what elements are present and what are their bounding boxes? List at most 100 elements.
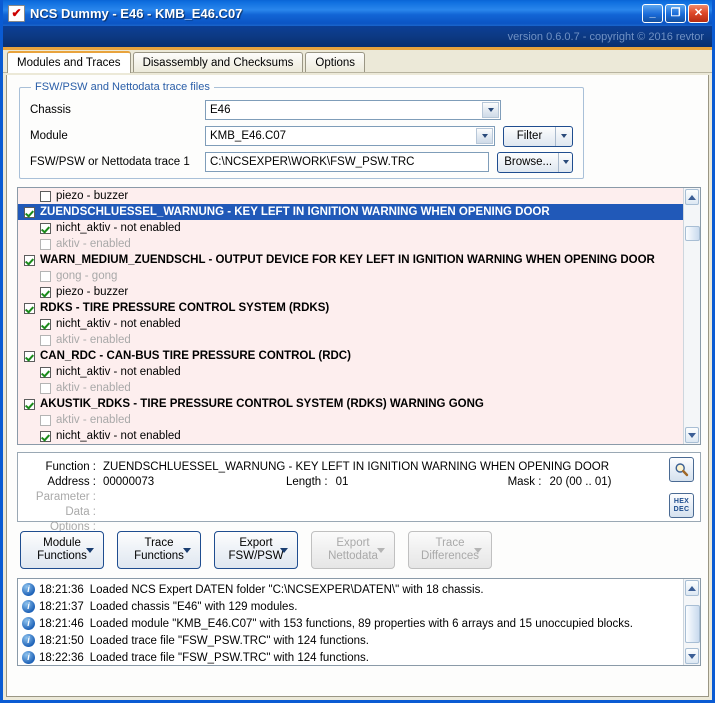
action-button-trace-functions[interactable]: Trace Functions	[117, 531, 201, 569]
checkbox[interactable]	[40, 366, 51, 378]
tab-label: Modules and Traces	[17, 57, 121, 69]
function-detail-panel: Function : ZUENDSCHLUESSEL_WARNUNG - KEY…	[17, 452, 701, 533]
filter-button[interactable]: Filter	[503, 125, 573, 147]
chassis-combo[interactable]: E46	[205, 100, 501, 120]
list-item[interactable]: CAN_RDC - CAN-BUS TIRE PRESSURE CONTROL …	[18, 348, 683, 364]
scrollbar-thumb[interactable]	[685, 605, 700, 643]
chevron-down-icon[interactable]	[482, 102, 499, 118]
tab-modules-and-traces[interactable]: Modules and Traces	[7, 51, 131, 73]
list-item[interactable]: AKUSTIK_RDKS - TIRE PRESSURE CONTROL SYS…	[18, 396, 683, 412]
list-item-label: piezo - buzzer	[56, 190, 129, 202]
browse-button[interactable]: Browse...	[497, 151, 573, 173]
list-item[interactable]: nicht_aktiv - not enabled	[18, 220, 683, 236]
log-entry: i 18:21:50 Loaded trace file "FSW_PSW.TRC"…	[18, 632, 683, 649]
module-combo[interactable]: KMB_E46.C07	[205, 126, 495, 146]
list-item[interactable]: piezo - buzzer	[18, 188, 683, 204]
list-item[interactable]: gong - gong	[18, 268, 683, 284]
dec-label: DEC	[673, 505, 690, 513]
action-button-label: Export Nettodata	[328, 537, 378, 562]
list-item-label: CAN_RDC - CAN-BUS TIRE PRESSURE CONTROL …	[40, 350, 351, 362]
list-item[interactable]: aktiv - enabled	[18, 412, 683, 428]
chassis-row: Chassis E46	[30, 98, 573, 122]
hex-dec-toggle-button[interactable]: HEX DEC	[669, 493, 694, 518]
checkbox[interactable]	[40, 222, 51, 234]
chevron-up-icon	[688, 585, 696, 591]
function-list[interactable]: piezo - buzzer ZUENDSCHLUESSEL_WARNUNG - …	[17, 187, 701, 445]
function-list-scrollbar[interactable]	[683, 188, 700, 444]
list-item[interactable]: aktiv - enabled	[18, 380, 683, 396]
checkbox[interactable]	[40, 334, 51, 346]
title-bar: ✔ NCS Dummy - E46 - KMB_E46.C07 _ ❐ ✕	[3, 0, 712, 26]
scroll-down-button[interactable]	[685, 648, 699, 664]
chassis-value: E46	[210, 104, 231, 116]
checkbox[interactable]	[40, 190, 51, 202]
checkbox[interactable]	[40, 382, 51, 394]
tab-disassembly-and-checksums[interactable]: Disassembly and Checksums	[132, 52, 304, 72]
scroll-down-button[interactable]	[685, 427, 699, 443]
list-item[interactable]: aktiv - enabled	[18, 332, 683, 348]
action-button-export-fswpsw[interactable]: Export FSW/PSW	[214, 531, 298, 569]
filter-button-label: Filter	[516, 130, 543, 142]
list-item[interactable]: nicht_aktiv - not enabled	[18, 364, 683, 380]
checkbox[interactable]	[40, 286, 51, 298]
close-icon: ✕	[693, 6, 704, 19]
list-item[interactable]: piezo - buzzer	[18, 284, 683, 300]
address-label: Address :	[47, 475, 96, 488]
list-item[interactable]: RDKS - TIRE PRESSURE CONTROL SYSTEM (RDK…	[18, 300, 683, 316]
log-scrollbar[interactable]	[683, 579, 700, 665]
list-item[interactable]: nicht_aktiv - not enabled	[18, 316, 683, 332]
maximize-button[interactable]: ❐	[665, 3, 686, 23]
module-value: KMB_E46.C07	[210, 130, 287, 142]
action-button-label: Module Functions	[37, 537, 87, 562]
minimize-icon: _	[649, 6, 656, 19]
checkbox[interactable]	[40, 318, 51, 330]
detail-parameter-row: Parameter :	[18, 489, 700, 504]
function-list-rows: piezo - buzzer ZUENDSCHLUESSEL_WARNUNG - …	[18, 188, 683, 444]
log-message: Loaded NCS Expert DATEN folder "C:\NCSEX…	[89, 583, 484, 596]
info-icon: i	[22, 617, 35, 630]
list-item[interactable]: ZUENDSCHLUESSEL_WARNUNG - KEY LEFT IN IG…	[18, 204, 683, 220]
length-value: 01	[335, 475, 349, 488]
action-button-label: Trace Differences	[421, 537, 479, 562]
search-button[interactable]	[669, 457, 694, 482]
action-button-module-functions[interactable]: Module Functions	[20, 531, 104, 569]
trace-file-input[interactable]: C:\NCSEXPER\WORK\FSW_PSW.TRC	[205, 152, 490, 172]
close-button[interactable]: ✕	[688, 3, 709, 23]
minimize-button[interactable]: _	[642, 3, 663, 23]
log-panel[interactable]: i 18:21:36 Loaded NCS Expert DATEN folder …	[17, 578, 701, 666]
list-item-label: RDKS - TIRE PRESSURE CONTROL SYSTEM (RDK…	[40, 302, 330, 314]
action-button-row: Module Functions Trace Functions Export FSW/P…	[20, 531, 701, 569]
checkbox[interactable]	[24, 302, 35, 314]
checkbox[interactable]	[24, 206, 35, 218]
tab-label: Options	[315, 56, 356, 69]
checkbox[interactable]	[40, 270, 51, 282]
scroll-up-button[interactable]	[685, 580, 699, 596]
checkbox[interactable]	[24, 254, 35, 266]
log-message: Loaded module "KMB_E46.C07" with 153 fun…	[89, 617, 634, 630]
log-timestamp: 18:21:50	[39, 634, 84, 647]
scrollbar-thumb[interactable]	[685, 226, 700, 241]
checkbox[interactable]	[40, 430, 51, 442]
chevron-down-icon[interactable]	[476, 128, 493, 144]
action-button-label: Export FSW/PSW	[228, 537, 284, 562]
checkbox[interactable]	[24, 350, 35, 362]
detail-icon-buttons: HEX DEC	[669, 457, 696, 529]
list-item[interactable]: WARN_MEDIUM_ZUENDSCHL - OUTPUT DEVICE FO…	[18, 252, 683, 268]
scroll-up-button[interactable]	[685, 189, 699, 205]
length-label: Length :	[286, 475, 328, 488]
chevron-down-icon	[688, 432, 696, 438]
list-item-label: AKUSTIK_RDKS - TIRE PRESSURE CONTROL SYS…	[40, 398, 484, 410]
list-item-label: WARN_MEDIUM_ZUENDSCHL - OUTPUT DEVICE FO…	[40, 254, 655, 266]
list-item-label: nicht_aktiv - not enabled	[56, 430, 181, 442]
list-item-label: nicht_aktiv - not enabled	[56, 366, 181, 378]
browse-button-label: Browse...	[504, 156, 553, 168]
list-item[interactable]: aktiv - enabled	[18, 236, 683, 252]
chevron-down-icon[interactable]	[558, 152, 572, 172]
chevron-down-icon[interactable]	[555, 126, 572, 146]
chevron-down-icon	[183, 548, 191, 553]
checkbox[interactable]	[24, 398, 35, 410]
checkbox[interactable]	[40, 238, 51, 250]
list-item[interactable]: nicht_aktiv - not enabled	[18, 428, 683, 444]
checkbox[interactable]	[40, 414, 51, 426]
tab-options[interactable]: Options	[305, 52, 366, 72]
